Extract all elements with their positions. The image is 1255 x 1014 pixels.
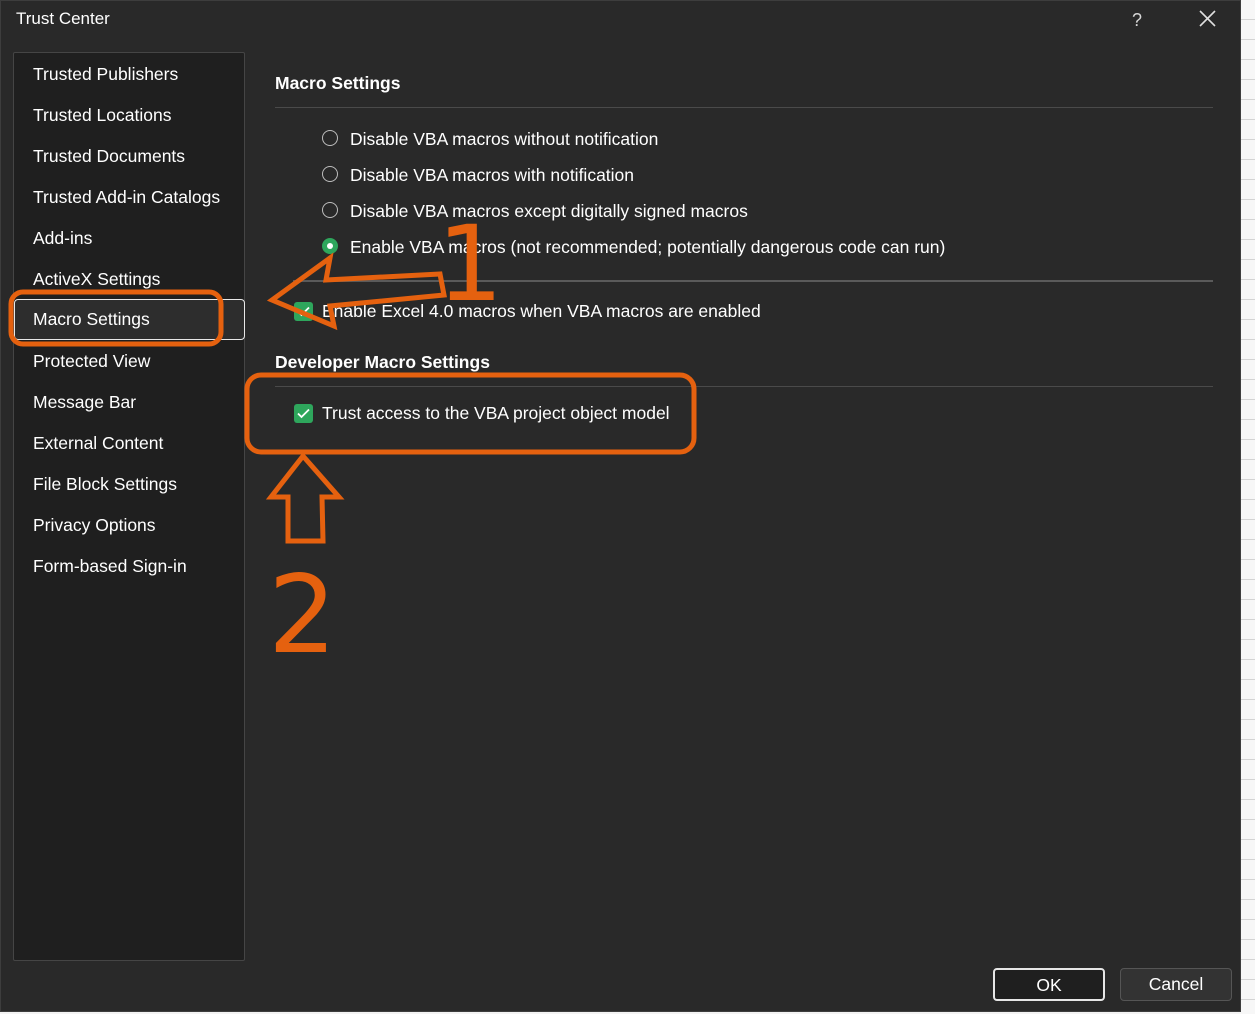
sidebar-item-label: Macro Settings [33, 309, 150, 329]
developer-settings-header: Developer Macro Settings [275, 352, 490, 372]
radio-disable-with-notification[interactable] [322, 166, 338, 182]
checkbox-trust-vba-object-model[interactable] [294, 404, 313, 423]
option-label-enable-vba-macros[interactable]: Enable VBA macros (not recommended; pote… [350, 237, 945, 258]
checkbox-label-excel4-macros[interactable]: Enable Excel 4.0 macros when VBA macros … [322, 301, 761, 322]
sidebar-item-trusted-addin-catalogs[interactable]: Trusted Add-in Catalogs [14, 177, 244, 218]
sidebar-item-label: Trusted Locations [33, 105, 172, 125]
close-button[interactable] [1193, 5, 1223, 33]
sidebar-item-activex-settings[interactable]: ActiveX Settings [14, 259, 244, 300]
sidebar-item-trusted-locations[interactable]: Trusted Locations [14, 95, 244, 136]
option-label-disable-no-notification[interactable]: Disable VBA macros without notification [350, 129, 658, 150]
sidebar-item-addins[interactable]: Add-ins [14, 218, 244, 259]
radio-enable-vba-macros[interactable] [322, 238, 338, 254]
checkmark-icon [297, 306, 310, 317]
section-divider [275, 386, 1213, 387]
background-spreadsheet [1240, 0, 1255, 1014]
sidebar-item-trusted-documents[interactable]: Trusted Documents [14, 136, 244, 177]
sidebar-item-macro-settings[interactable]: Macro Settings [14, 299, 245, 340]
sidebar-item-label: Form-based Sign-in [33, 556, 187, 576]
macro-settings-header: Macro Settings [275, 73, 401, 93]
sidebar-item-external-content[interactable]: External Content [14, 423, 244, 464]
sidebar-item-form-based-sign-in[interactable]: Form-based Sign-in [14, 546, 244, 587]
sidebar-item-label: External Content [33, 433, 164, 453]
sidebar-item-label: Add-ins [33, 228, 93, 248]
help-button[interactable]: ? [1123, 7, 1151, 33]
ok-button[interactable]: OK [993, 968, 1105, 1001]
sidebar-item-privacy-options[interactable]: Privacy Options [14, 505, 244, 546]
section-divider-thick [293, 280, 1213, 282]
sidebar-item-label: Privacy Options [33, 515, 156, 535]
checkbox-label-trust-vba-object-model[interactable]: Trust access to the VBA project object m… [322, 403, 670, 424]
option-label-disable-except-signed[interactable]: Disable VBA macros except digitally sign… [350, 201, 748, 222]
sidebar-item-protected-view[interactable]: Protected View [14, 341, 244, 382]
sidebar-item-label: ActiveX Settings [33, 269, 161, 289]
radio-disable-no-notification[interactable] [322, 130, 338, 146]
radio-disable-except-signed[interactable] [322, 202, 338, 218]
option-label-disable-with-notification[interactable]: Disable VBA macros with notification [350, 165, 634, 186]
sidebar-nav: Trusted Publishers Trusted Locations Tru… [13, 52, 245, 961]
trust-center-dialog: Trust Center ? Trusted Publishers Truste… [0, 0, 1241, 1012]
close-icon [1199, 10, 1216, 27]
sidebar-item-trusted-publishers[interactable]: Trusted Publishers [14, 54, 244, 95]
section-divider [275, 107, 1213, 108]
sidebar-item-message-bar[interactable]: Message Bar [14, 382, 244, 423]
sidebar-item-label: File Block Settings [33, 474, 177, 494]
sidebar-item-label: Protected View [33, 351, 151, 371]
dialog-title: Trust Center [16, 9, 110, 28]
title-bar: Trust Center ? [1, 1, 1240, 39]
sidebar-item-label: Message Bar [33, 392, 137, 412]
checkmark-icon [297, 408, 310, 419]
sidebar-item-file-block-settings[interactable]: File Block Settings [14, 464, 244, 505]
cancel-button[interactable]: Cancel [1120, 968, 1232, 1001]
sidebar-item-label: Trusted Publishers [33, 64, 179, 84]
sidebar-item-label: Trusted Documents [33, 146, 186, 166]
checkbox-excel4-macros[interactable] [294, 302, 313, 321]
sidebar-item-label: Trusted Add-in Catalogs [33, 187, 221, 207]
